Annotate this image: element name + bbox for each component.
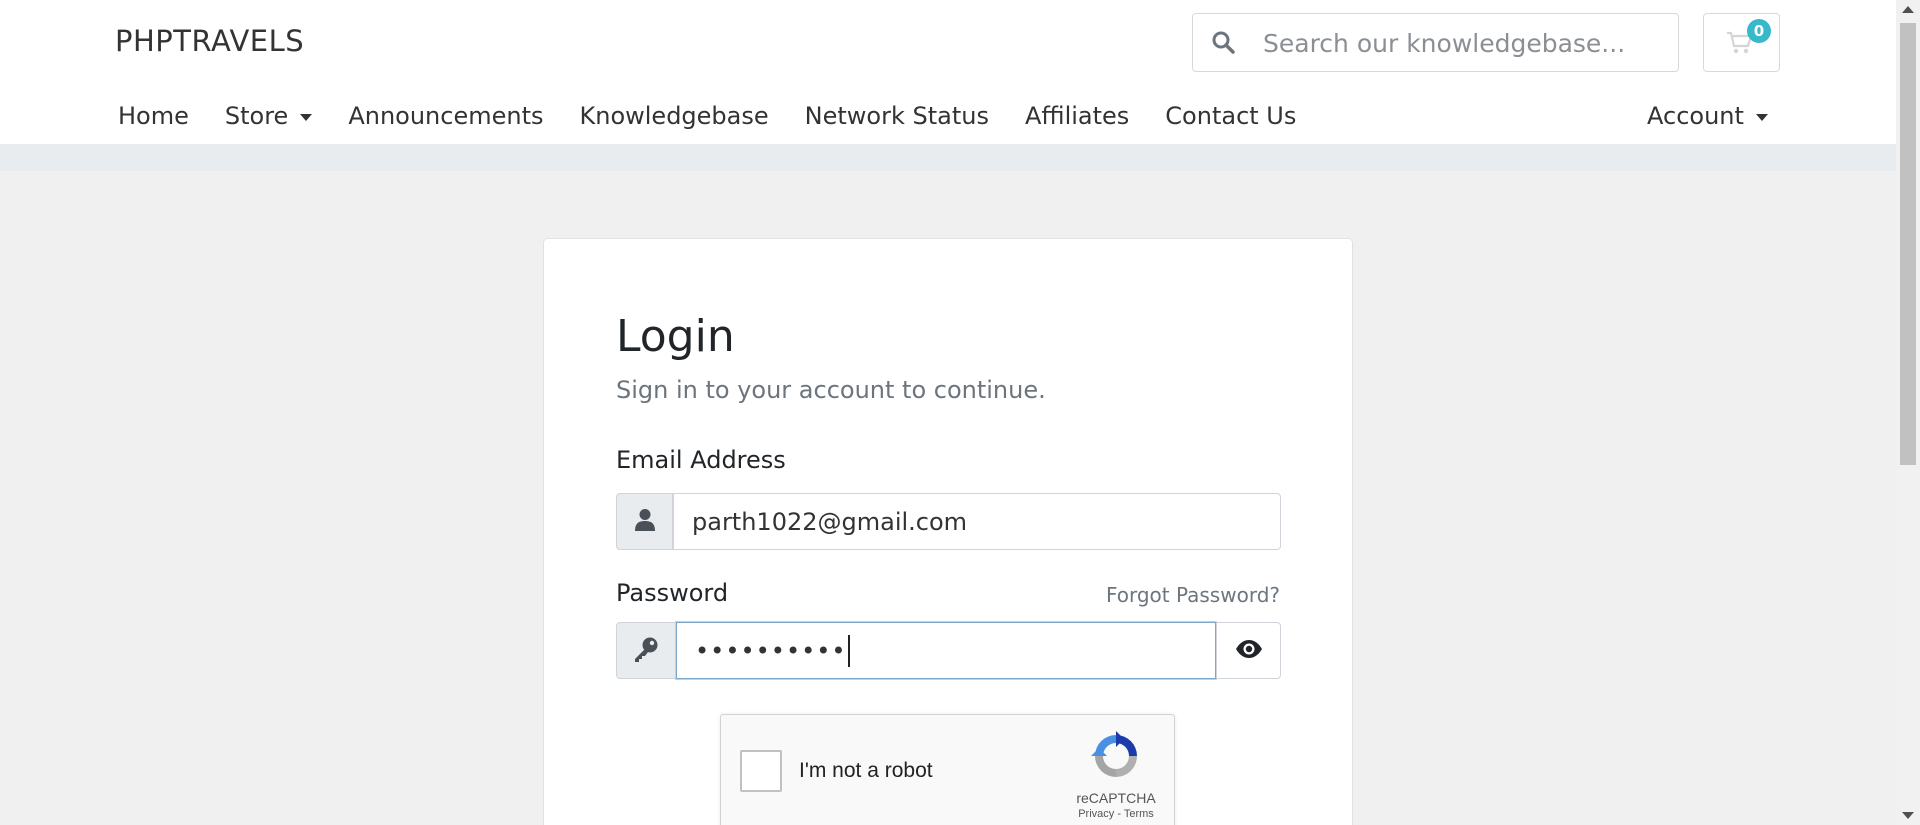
- nav-item-home[interactable]: Home: [118, 102, 189, 130]
- page-subtitle: Sign in to your account to continue.: [616, 376, 1046, 404]
- caret-down-icon: [300, 113, 313, 121]
- scroll-up-icon[interactable]: [1902, 6, 1914, 13]
- toggle-password-button[interactable]: [1216, 622, 1281, 679]
- account-label: Account: [1647, 102, 1744, 130]
- caret-down-icon: [1755, 113, 1768, 121]
- user-icon: [634, 508, 656, 536]
- recaptcha-label: I'm not a robot: [799, 759, 933, 782]
- recaptcha-checkbox[interactable]: [740, 750, 782, 792]
- nav-item-label: Home: [118, 102, 189, 130]
- recaptcha-widget: I'm not a robot reCAPTCHA Privacy - Term…: [720, 714, 1175, 825]
- scroll-down-icon[interactable]: [1902, 812, 1914, 819]
- nav-item-affiliates[interactable]: Affiliates: [1025, 102, 1129, 130]
- nav-item-knowledgebase[interactable]: Knowledgebase: [580, 102, 769, 130]
- eye-icon: [1235, 639, 1263, 663]
- cart-count-badge: 0: [1747, 19, 1771, 43]
- text-cursor: [847, 634, 850, 667]
- nav-item-store[interactable]: Store: [224, 102, 313, 130]
- email-label: Email Address: [616, 446, 786, 474]
- main-nav: Home Store Announcements Knowledgebase N…: [118, 96, 1332, 136]
- forgot-password-link[interactable]: Forgot Password?: [1106, 583, 1280, 607]
- recaptcha-icon: [1091, 731, 1141, 785]
- nav-item-label: Store: [224, 102, 289, 130]
- email-input-group: parth1022@gmail.com: [616, 493, 1281, 550]
- page-title: Login: [616, 311, 735, 362]
- account-menu[interactable]: Account: [1647, 96, 1768, 136]
- nav-item-label: Contact Us: [1165, 102, 1297, 130]
- brand-logo[interactable]: PHPTRAVELS: [115, 24, 304, 58]
- recaptcha-links: Privacy - Terms: [1061, 808, 1171, 820]
- nav-item-label: Affiliates: [1024, 102, 1130, 130]
- search-box[interactable]: [1192, 13, 1679, 72]
- recaptcha-privacy-link[interactable]: Privacy: [1078, 808, 1114, 820]
- search-icon: [1211, 30, 1237, 56]
- nav-item-announcements[interactable]: Announcements: [348, 102, 543, 130]
- email-addon: [616, 493, 673, 550]
- password-addon: [616, 622, 676, 679]
- cart-button[interactable]: 0: [1703, 13, 1780, 72]
- nav-item-label: Announcements: [348, 102, 544, 130]
- password-label: Password: [616, 579, 729, 607]
- breadcrumb-strip: [0, 144, 1896, 171]
- password-field[interactable]: ••••••••••: [676, 622, 1216, 679]
- header: PHPTRAVELS 0 Home Store Announcements Kn…: [0, 0, 1896, 144]
- key-icon: [632, 635, 660, 667]
- vertical-scrollbar[interactable]: [1896, 0, 1920, 825]
- nav-item-label: Knowledgebase: [579, 102, 769, 130]
- email-field[interactable]: parth1022@gmail.com: [673, 493, 1281, 550]
- scroll-thumb[interactable]: [1900, 23, 1916, 465]
- nav-item-label: Network Status: [804, 102, 989, 130]
- recaptcha-separator: -: [1117, 808, 1121, 820]
- search-input[interactable]: [1263, 22, 1663, 64]
- recaptcha-terms-link[interactable]: Terms: [1124, 808, 1154, 820]
- nav-item-network-status[interactable]: Network Status: [805, 102, 989, 130]
- password-value: ••••••••••: [695, 636, 847, 665]
- password-input-group: ••••••••••: [616, 622, 1281, 679]
- login-card: Login Sign in to your account to continu…: [543, 238, 1353, 825]
- recaptcha-brand: reCAPTCHA: [1076, 790, 1156, 806]
- nav-item-contact-us[interactable]: Contact Us: [1165, 102, 1296, 130]
